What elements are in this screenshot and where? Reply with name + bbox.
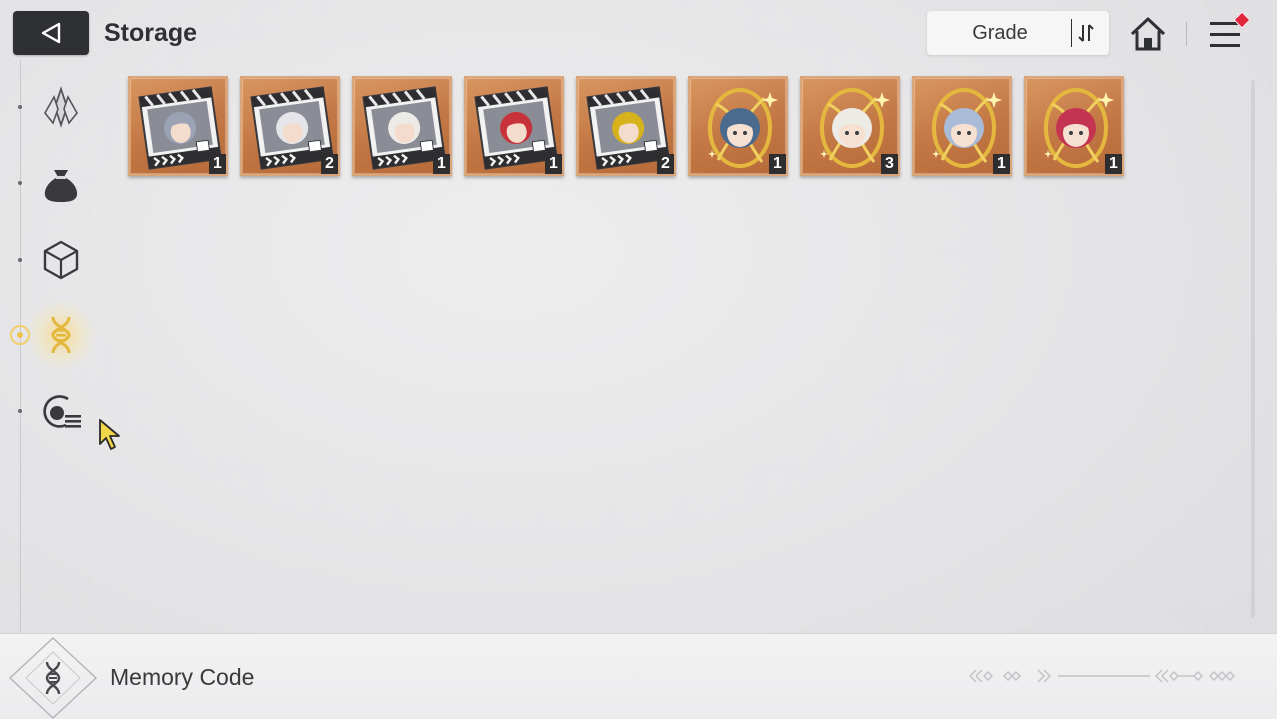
item-count-badge: 2	[321, 154, 338, 174]
decorative-ornament-icon	[969, 669, 1235, 683]
sidebar-tab-target-list[interactable]	[30, 380, 92, 442]
sidebar-tab-cube[interactable]	[30, 229, 92, 291]
film-card-item[interactable]: 1	[128, 76, 228, 176]
mouse-cursor-icon	[99, 419, 120, 450]
scrollbar[interactable]	[1251, 80, 1255, 618]
sidebar-rail-dot	[18, 258, 22, 262]
film-card-item[interactable]: 1	[352, 76, 452, 176]
sidebar-rail	[20, 60, 21, 635]
memory-code-emblem	[8, 637, 98, 719]
item-count-badge: 1	[545, 154, 562, 174]
item-count-badge: 1	[433, 154, 450, 174]
sidebar-tab-memory-code[interactable]	[30, 304, 92, 366]
footer-section-label: Memory Code	[110, 664, 255, 690]
sort-label: Grade	[972, 22, 1028, 44]
item-count-badge: 3	[881, 154, 898, 174]
bottom-bar: Memory Code	[0, 633, 1277, 719]
sidebar-tab-pouch[interactable]	[30, 153, 92, 215]
memory-emblem-item[interactable]: 1	[912, 76, 1012, 176]
item-grid: 1 2 1 1 2 1 3 1 1	[128, 76, 1124, 176]
memory-emblem-item[interactable]: 1	[1024, 76, 1124, 176]
dna-code-icon	[51, 316, 71, 354]
home-icon[interactable]	[1128, 15, 1168, 53]
item-count-badge: 1	[1105, 154, 1122, 174]
sort-dropdown[interactable]: Grade	[927, 11, 1109, 55]
item-count-badge: 1	[209, 154, 226, 174]
memory-emblem-item[interactable]: 1	[688, 76, 788, 176]
cube-icon	[43, 240, 79, 280]
back-button[interactable]	[13, 11, 89, 55]
film-card-item[interactable]: 2	[240, 76, 340, 176]
film-card-item[interactable]: 2	[576, 76, 676, 176]
sidebar-tab-crystal[interactable]	[30, 76, 92, 138]
sidebar-rail-dot	[18, 105, 22, 109]
item-count-badge: 1	[993, 154, 1010, 174]
back-arrow-icon	[41, 22, 61, 44]
page-title: Storage	[104, 19, 198, 47]
toolbar-divider	[1186, 22, 1187, 46]
item-count-badge: 1	[769, 154, 786, 174]
active-tab-marker	[10, 325, 30, 345]
crystal-icon	[44, 86, 78, 128]
memory-emblem-item[interactable]: 3	[800, 76, 900, 176]
target-list-icon	[43, 395, 81, 428]
sidebar-rail-dot	[18, 181, 22, 185]
sidebar-rail-dot	[18, 409, 22, 413]
pouch-icon	[44, 170, 78, 202]
item-count-badge: 2	[657, 154, 674, 174]
sort-order-toggle[interactable]	[1071, 19, 1099, 47]
film-card-item[interactable]: 1	[464, 76, 564, 176]
sort-arrows-icon	[1077, 24, 1094, 42]
